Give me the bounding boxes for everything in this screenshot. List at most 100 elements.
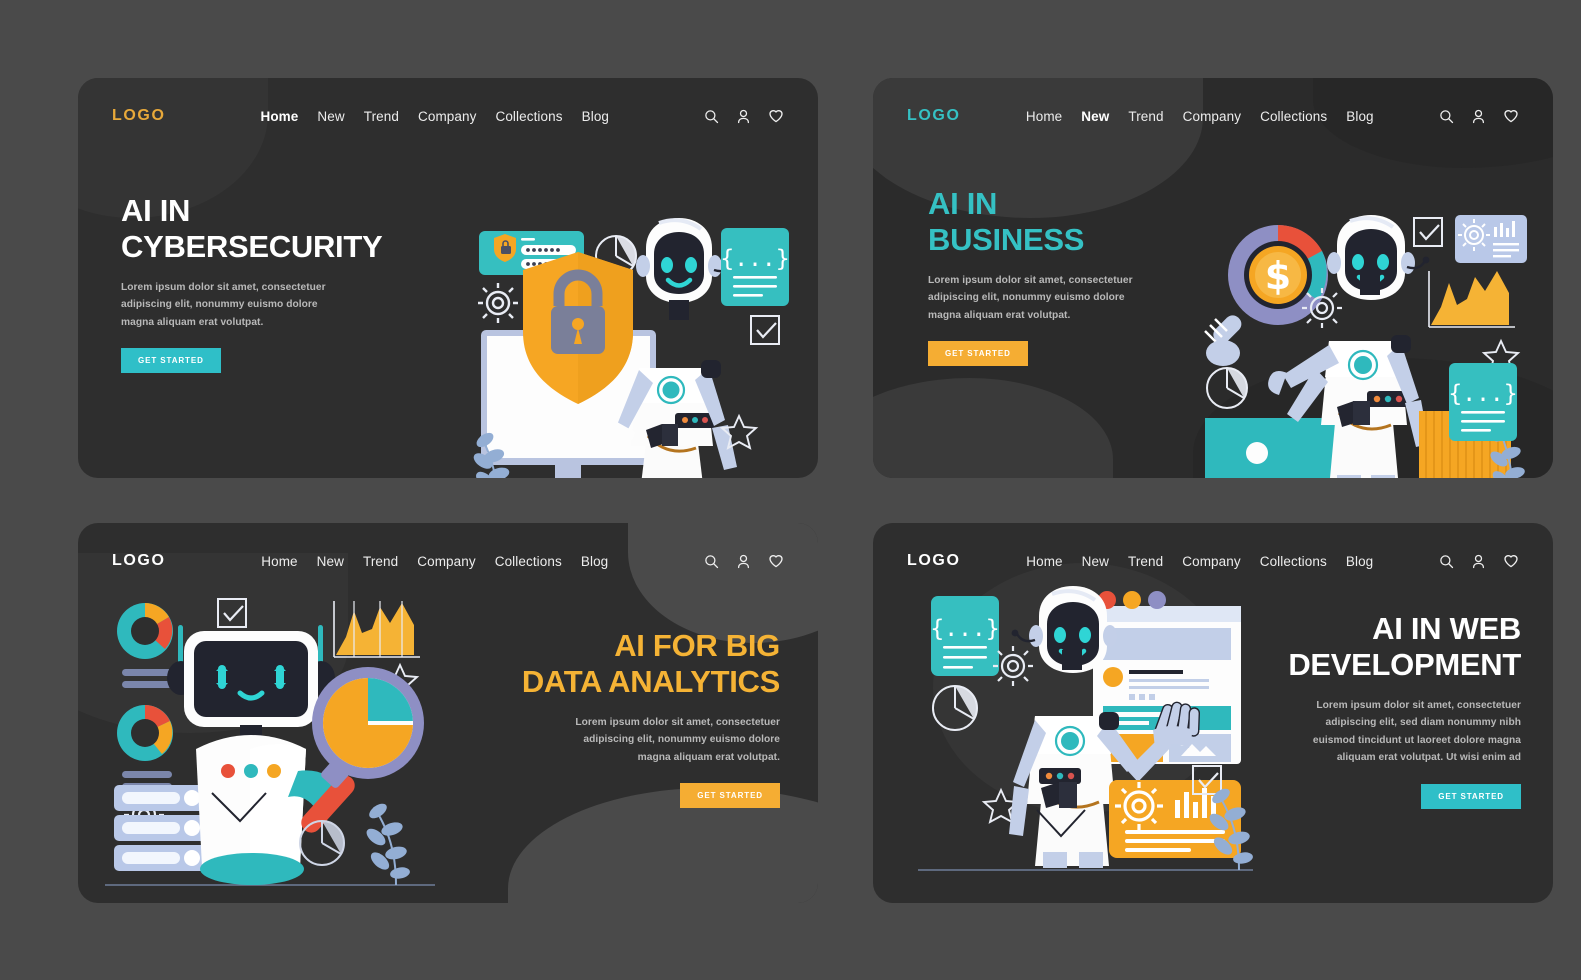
nav-item-blog[interactable]: Blog xyxy=(582,109,609,124)
nav-links: Home New Trend Company Collections Blog xyxy=(1026,109,1374,124)
nav-item-new[interactable]: New xyxy=(317,554,344,569)
panel-ai-in-cybersecurity: LOGO Home New Trend Company Collections … xyxy=(78,78,818,478)
desc-line-1: Lorem ipsum dolor sit amet, consectetuer xyxy=(928,274,1133,286)
nav-item-company[interactable]: Company xyxy=(418,109,476,124)
nav-item-trend[interactable]: Trend xyxy=(363,554,398,569)
illustration-web-development: {...} xyxy=(913,578,1258,878)
page-title: AI IN WEB DEVELOPMENT xyxy=(1211,611,1521,684)
nav-item-company[interactable]: Company xyxy=(1182,554,1240,569)
nav-item-collections[interactable]: Collections xyxy=(495,554,562,569)
desc-line-2: adipiscing elit, nonummy euismo dolore xyxy=(928,292,1125,304)
heart-icon[interactable] xyxy=(768,553,784,569)
logo[interactable]: LOGO xyxy=(112,107,166,125)
title-line-2: BUSINESS xyxy=(928,222,1085,258)
desc-line-1: Lorem ipsum dolor sit amet, consectetuer xyxy=(575,716,780,728)
nav-item-trend[interactable]: Trend xyxy=(1128,109,1163,124)
nav-item-collections[interactable]: Collections xyxy=(1260,554,1327,569)
nav-item-blog[interactable]: Blog xyxy=(1346,554,1373,569)
nav-icons xyxy=(1439,553,1519,569)
nav-item-blog[interactable]: Blog xyxy=(1346,109,1373,124)
desc-line-3: magna aliquam erat volutpat. xyxy=(121,316,264,328)
page-title: AI IN CYBERSECURITY xyxy=(121,193,451,266)
get-started-button[interactable]: GET STARTED xyxy=(1421,783,1521,809)
heart-icon[interactable] xyxy=(1503,553,1519,569)
nav-item-trend[interactable]: Trend xyxy=(1128,554,1163,569)
nav-item-new[interactable]: New xyxy=(317,109,344,124)
nav-icons xyxy=(1439,108,1519,124)
desc-line-1: Lorem ipsum dolor sit amet, consectetuer xyxy=(121,281,326,293)
svg-text:$: $ xyxy=(1265,254,1291,298)
nav-item-home[interactable]: Home xyxy=(1026,109,1062,124)
hero-description: Lorem ipsum dolor sit amet, consectetuer… xyxy=(928,272,1228,325)
hero-text-block: AI FOR BIG DATA ANALYTICS Lorem ipsum do… xyxy=(470,628,780,809)
svg-text:{...}: {...} xyxy=(1448,381,1517,407)
search-icon[interactable] xyxy=(1439,554,1454,569)
nav-icons xyxy=(704,108,784,124)
nav-item-trend[interactable]: Trend xyxy=(364,109,399,124)
illustration-cybersecurity: {...} xyxy=(463,218,803,478)
hero-text-block: AI IN WEB DEVELOPMENT Lorem ipsum dolor … xyxy=(1211,611,1521,809)
nav-links: Home New Trend Company Collections Blog xyxy=(260,109,609,124)
svg-text:{...}: {...} xyxy=(720,246,789,272)
panel-ai-in-business: LOGO Home New Trend Company Collections … xyxy=(873,78,1553,478)
get-started-button[interactable]: GET STARTED xyxy=(121,348,221,374)
user-icon[interactable] xyxy=(736,109,751,124)
hero-text-block: AI IN BUSINESS Lorem ipsum dolor sit ame… xyxy=(928,186,1228,367)
search-icon[interactable] xyxy=(1439,109,1454,124)
nav-icons xyxy=(704,553,784,569)
heart-icon[interactable] xyxy=(768,108,784,124)
page-title: AI FOR BIG DATA ANALYTICS xyxy=(470,628,780,701)
title-line-1: AI IN WEB xyxy=(1372,611,1521,646)
desc-line-3: euismod tincidunt ut laoreet dolore magn… xyxy=(1312,734,1521,746)
panel-ai-in-web-development: LOGO Home New Trend Company Collections … xyxy=(873,523,1553,903)
page-title: AI IN BUSINESS xyxy=(928,186,1228,259)
nav-item-new[interactable]: New xyxy=(1082,554,1109,569)
nav-item-blog[interactable]: Blog xyxy=(581,554,608,569)
logo[interactable]: LOGO xyxy=(907,107,961,125)
hero-text-block: AI IN CYBERSECURITY Lorem ipsum dolor si… xyxy=(121,193,451,374)
title-line-2: CYBERSECURITY xyxy=(121,229,383,265)
title-line-2: DATA ANALYTICS xyxy=(521,664,780,700)
navbar: LOGO Home New Trend Company Collections … xyxy=(78,78,818,154)
search-icon[interactable] xyxy=(704,554,719,569)
illustration-business: $ {...} xyxy=(1183,213,1533,478)
desc-line-3: magna aliquam erat volutpat. xyxy=(928,309,1071,321)
hero-description: Lorem ipsum dolor sit amet, consectetuer… xyxy=(470,714,780,767)
illustration-big-data xyxy=(100,593,440,893)
heart-icon[interactable] xyxy=(1503,108,1519,124)
user-icon[interactable] xyxy=(736,554,751,569)
get-started-button[interactable]: GET STARTED xyxy=(928,341,1028,367)
desc-line-1: Lorem ipsum dolor sit amet, consectetuer xyxy=(1316,699,1521,711)
title-line-2: DEVELOPMENT xyxy=(1288,647,1521,683)
navbar: LOGO Home New Trend Company Collections … xyxy=(873,78,1553,154)
search-icon[interactable] xyxy=(704,109,719,124)
navbar: LOGO Home New Trend Company Collections … xyxy=(873,523,1553,599)
hero-description: Lorem ipsum dolor sit amet, consectetuer… xyxy=(121,279,451,332)
desc-line-2: adipiscing elit, nonummy euismo dolore xyxy=(121,299,318,311)
nav-item-company[interactable]: Company xyxy=(1183,109,1241,124)
title-line-1: AI IN xyxy=(121,193,191,228)
user-icon[interactable] xyxy=(1471,554,1486,569)
nav-links: Home New Trend Company Collections Blog xyxy=(1026,554,1373,569)
desc-line-2: adipiscing elit, nonummy euismo dolore xyxy=(583,734,780,746)
user-icon[interactable] xyxy=(1471,109,1486,124)
nav-item-new[interactable]: New xyxy=(1081,109,1109,124)
nav-item-collections[interactable]: Collections xyxy=(495,109,562,124)
nav-links: Home New Trend Company Collections Blog xyxy=(261,554,608,569)
title-line-1: AI FOR BIG xyxy=(614,628,780,663)
landing-page-mockup-grid: LOGO Home New Trend Company Collections … xyxy=(0,0,1581,980)
nav-item-company[interactable]: Company xyxy=(417,554,475,569)
hero-description: Lorem ipsum dolor sit amet, consectetuer… xyxy=(1211,697,1521,767)
get-started-button[interactable]: GET STARTED xyxy=(680,783,780,809)
nav-item-home[interactable]: Home xyxy=(261,554,297,569)
desc-line-3: magna aliquam erat volutpat. xyxy=(637,751,780,763)
panel-ai-for-big-data-analytics: LOGO Home New Trend Company Collections … xyxy=(78,523,818,903)
logo[interactable]: LOGO xyxy=(112,552,166,570)
svg-text:{...}: {...} xyxy=(930,616,999,642)
nav-item-home[interactable]: Home xyxy=(1026,554,1062,569)
nav-item-home[interactable]: Home xyxy=(260,109,298,124)
desc-line-4: aliquam erat volutpat. Ut wisi enim ad xyxy=(1336,752,1521,764)
nav-item-collections[interactable]: Collections xyxy=(1260,109,1327,124)
logo[interactable]: LOGO xyxy=(907,552,961,570)
title-line-1: AI IN xyxy=(928,186,998,221)
